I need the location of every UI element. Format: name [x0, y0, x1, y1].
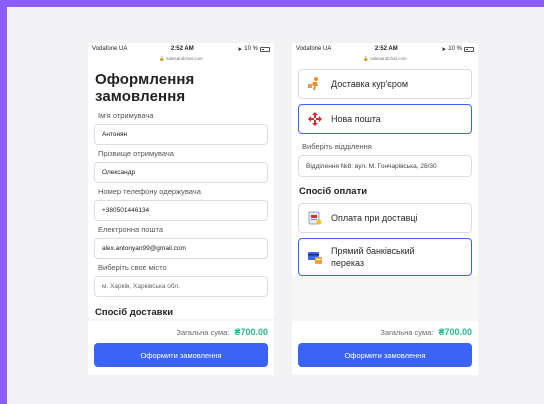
url-host: salesandchat.com	[166, 56, 203, 61]
phone-screen-checkout-form: Vodafone UA 2:52 AM ➤ 10 % 🔒 salesandcha…	[88, 43, 274, 375]
last-name-field[interactable]: Олександр	[94, 162, 268, 183]
phone-field[interactable]: +380501446134	[94, 200, 268, 221]
order-total: Загальна сума: ₴700.00	[94, 327, 268, 337]
delivery-option-label: Доставка кур'єром	[331, 79, 409, 89]
first-name-field[interactable]: Антонян	[94, 124, 268, 145]
total-label: Загальна сума:	[176, 328, 230, 337]
status-right: ➤ 10 %	[441, 46, 474, 53]
order-summary-bar: Загальна сума: ₴700.00 Оформити замовлен…	[88, 321, 274, 375]
payment-option-label-line1: Прямий банківський	[331, 245, 415, 256]
order-total: Загальна сума: ₴700.00	[298, 327, 472, 337]
lock-icon: 🔒	[159, 56, 166, 61]
payment-option-label-block: Прямий банківський переказ	[331, 245, 415, 269]
cash-icon	[307, 210, 323, 226]
delivery-method-heading: Спосіб доставки	[95, 307, 174, 318]
email-field[interactable]: alex.antonyan99@gmail.com	[94, 238, 268, 259]
place-order-button[interactable]: Оформити замовлення	[94, 343, 268, 367]
page-frame: Vodafone UA 2:52 AM ➤ 10 % 🔒 salesandcha…	[0, 0, 544, 404]
order-summary-bar: Загальна сума: ₴700.00 Оформити замовлен…	[292, 321, 478, 375]
last-name-label: Прізвище отримувача	[98, 149, 174, 158]
page-title: Оформлення замовлення	[95, 71, 195, 105]
total-label: Загальна сума:	[380, 328, 434, 337]
first-name-label: Ім'я отримувача	[98, 111, 154, 120]
url-bar[interactable]: 🔒 salesandchat.com	[292, 55, 478, 63]
payment-option-label-line2: переказ	[331, 258, 365, 268]
carrier-label: Vodafone UA	[92, 46, 128, 52]
phone-screen-delivery-payment: Vodafone UA 2:52 AM ➤ 10 % 🔒 salesandcha…	[292, 43, 478, 375]
place-order-button[interactable]: Оформити замовлення	[298, 343, 472, 367]
nova-poshta-icon	[307, 111, 323, 127]
total-amount: ₴700.00	[234, 327, 268, 337]
email-label: Електронна пошта	[98, 225, 164, 234]
payment-option-bank-transfer[interactable]: Прямий банківський переказ	[298, 238, 472, 276]
battery-percent: 10 %	[244, 46, 258, 52]
total-amount: ₴700.00	[438, 327, 472, 337]
delivery-option-courier[interactable]: Доставка кур'єром	[298, 69, 472, 99]
status-time: 2:52 AM	[170, 46, 194, 52]
location-icon: ➤	[237, 46, 243, 53]
delivery-option-nova-poshta[interactable]: Нова пошта	[298, 104, 472, 134]
courier-icon	[307, 76, 323, 92]
lock-icon: 🔒	[363, 56, 370, 61]
checkout-form: Оформлення замовлення Ім'я отримувача Ан…	[88, 63, 274, 318]
status-time: 2:52 AM	[374, 46, 398, 52]
url-bar[interactable]: 🔒 salesandchat.com	[88, 55, 274, 63]
battery-icon	[463, 46, 474, 52]
carrier-label: Vodafone UA	[296, 46, 332, 52]
bank-card-icon	[307, 249, 323, 265]
status-right: ➤ 10 %	[237, 46, 270, 53]
status-bar: Vodafone UA 2:52 AM ➤ 10 %	[292, 43, 478, 55]
city-label: Виберіть своє місто	[98, 263, 167, 272]
payment-option-cash-on-delivery[interactable]: Оплата при доставці	[298, 203, 472, 233]
branch-select[interactable]: Відділення №8: вул. М. Гончарівська, 28/…	[298, 155, 472, 177]
battery-percent: 10 %	[448, 46, 462, 52]
delivery-option-label: Нова пошта	[331, 114, 381, 124]
status-bar: Vodafone UA 2:52 AM ➤ 10 %	[88, 43, 274, 55]
delivery-payment-form: Доставка кур'єром Нова пошта Виберіть ві…	[292, 63, 478, 276]
battery-icon	[259, 46, 270, 52]
branch-label: Виберіть відділення	[302, 142, 372, 151]
url-host: salesandchat.com	[370, 56, 407, 61]
payment-option-label: Оплата при доставці	[331, 213, 418, 223]
city-field[interactable]: м. Харків, Харківська обл.	[94, 276, 268, 297]
location-icon: ➤	[441, 46, 447, 53]
phone-label: Номер телефону одержувача	[98, 187, 201, 196]
payment-method-heading: Спосіб оплати	[299, 186, 368, 197]
